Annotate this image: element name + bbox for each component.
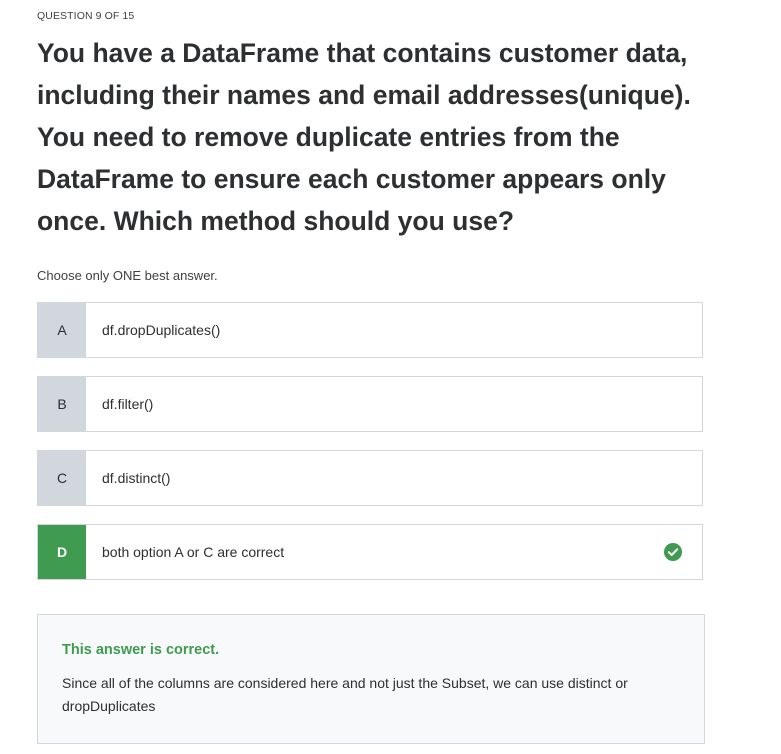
instruction-text: Choose only ONE best answer. (37, 268, 218, 283)
question-text: You have a DataFrame that contains custo… (37, 38, 691, 236)
option-letter: C (38, 451, 86, 505)
option-letter: A (38, 303, 86, 357)
option-letter: D (38, 525, 86, 579)
answer-option-d[interactable]: D both option A or C are correct (37, 524, 703, 580)
feedback-explanation: Since all of the columns are considered … (62, 675, 628, 714)
check-circle-icon (664, 543, 682, 561)
answer-option-a[interactable]: A df.dropDuplicates() (37, 302, 703, 358)
answer-feedback-panel: This answer is correct. Since all of the… (37, 614, 705, 744)
answer-option-b[interactable]: B df.filter() (37, 376, 703, 432)
answer-option-c[interactable]: C df.distinct() (37, 450, 703, 506)
option-text: both option A or C are correct (102, 544, 285, 560)
option-letter: B (38, 377, 86, 431)
option-text: df.filter() (102, 396, 154, 412)
feedback-title: This answer is correct. (62, 642, 220, 658)
option-text: df.distinct() (102, 470, 171, 486)
option-text: df.dropDuplicates() (102, 322, 221, 338)
question-counter: QUESTION 9 OF 15 (37, 10, 135, 22)
